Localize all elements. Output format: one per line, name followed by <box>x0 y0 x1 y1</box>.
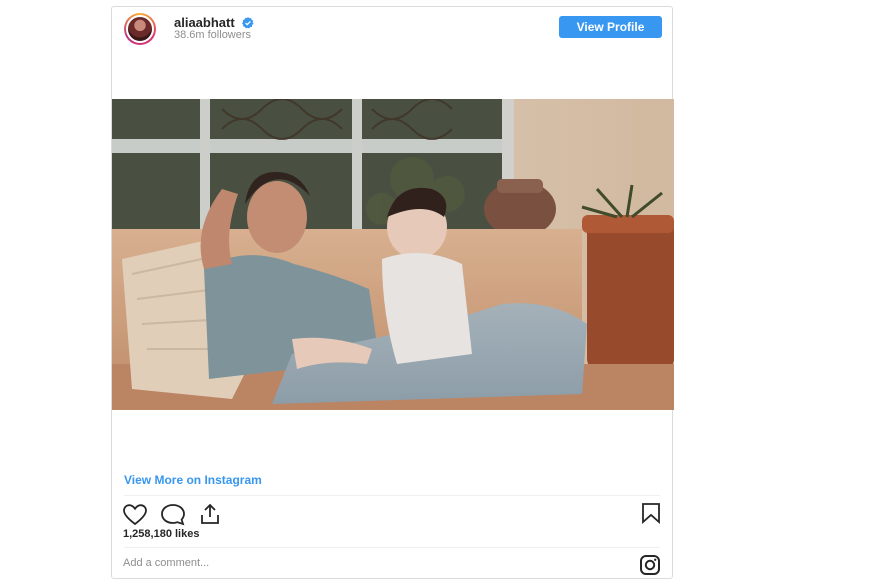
comment-bubble-icon[interactable] <box>160 503 186 527</box>
bookmark-icon[interactable] <box>640 502 662 524</box>
profile-avatar[interactable] <box>124 13 156 45</box>
divider <box>124 547 660 548</box>
instagram-logo-icon[interactable] <box>639 554 661 576</box>
instagram-embed-card: aliaabhatt 38.6m followers View Profile <box>111 6 674 579</box>
followers-count: 38.6m followers <box>174 29 252 41</box>
avatar-image <box>126 15 154 43</box>
likes-count: 1,258,180 likes <box>123 528 200 540</box>
heart-icon[interactable] <box>123 504 147 526</box>
post-photo[interactable] <box>112 99 674 410</box>
add-comment-input[interactable]: Add a comment... <box>123 557 209 569</box>
view-more-link[interactable]: View More on Instagram <box>124 473 262 487</box>
post-header: aliaabhatt 38.6m followers View Profile <box>112 7 672 51</box>
divider <box>124 495 660 496</box>
username-text: aliaabhatt <box>174 15 235 30</box>
share-icon[interactable] <box>198 502 222 526</box>
view-profile-button[interactable]: View Profile <box>559 16 662 38</box>
